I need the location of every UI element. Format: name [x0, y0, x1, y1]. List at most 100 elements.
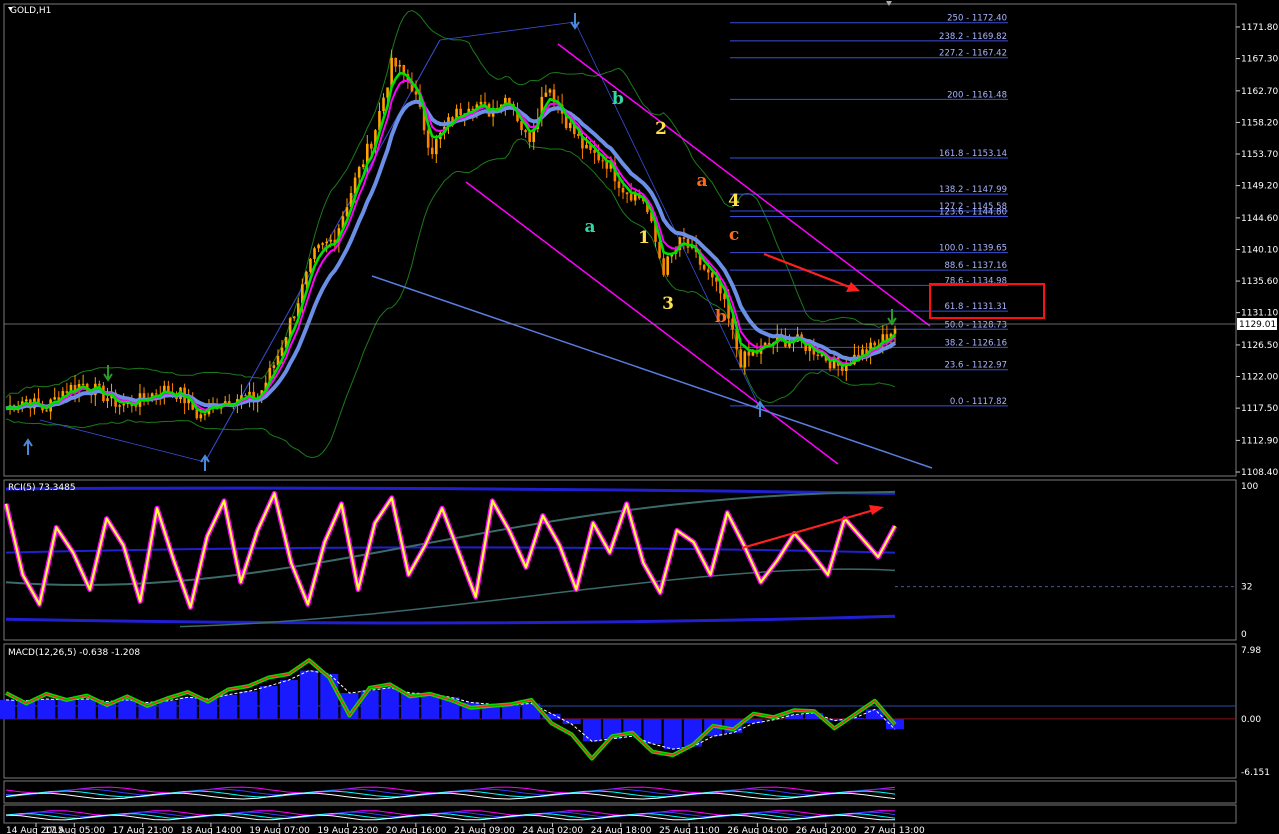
macd-histogram-bar — [380, 687, 399, 719]
rci-band-mid — [5, 546, 896, 554]
candle-body — [479, 101, 483, 105]
macd-axis: 7.98 0.00 -6.151 — [1241, 646, 1270, 778]
price-panel: 250 - 1172.40 238.2 - 1169.82 227.2 - 1167… — [3, 1, 1278, 478]
candle-body — [873, 342, 877, 346]
macd-histogram-bar — [502, 705, 521, 719]
macd-panel: 7.98 0.00 -6.151 MACD(12,26,5) -0.638 -1.2… — [0, 643, 1270, 779]
candle-body — [24, 399, 28, 402]
candle-body — [370, 143, 373, 149]
candle-body — [544, 92, 548, 97]
wave-label: a — [584, 217, 595, 237]
candle-body — [106, 398, 109, 402]
candle-body — [199, 414, 203, 419]
macd-histogram-bar — [37, 699, 56, 719]
candle-body — [325, 241, 328, 244]
macd-histogram-bar — [219, 694, 238, 719]
candle-body — [244, 395, 247, 397]
highlight-box-618 — [929, 283, 1045, 319]
fib-level-label: 88.6 - 1137.16 — [944, 261, 1007, 271]
time-tick-label: 19 Aug 23:00 — [318, 826, 379, 834]
fib-level-label: 38.2 - 1126.16 — [944, 338, 1007, 348]
price-tick-label: 1108.40 — [1241, 468, 1278, 478]
macd-histogram-bar — [279, 680, 298, 719]
candle-body — [203, 414, 207, 416]
time-tick-label: 27 Aug 13:00 — [864, 826, 925, 834]
candle-body — [662, 258, 665, 275]
candle-body — [568, 122, 572, 129]
candle-body — [272, 365, 276, 368]
price-tick-label: 1158.20 — [1241, 118, 1278, 128]
fib-level-label: 0.0 - 1117.82 — [950, 397, 1007, 407]
current-price-label: 1129.01 — [1239, 320, 1276, 330]
chart-symbol-title: GOLD,H1 — [10, 6, 51, 16]
rci-band-bottom — [5, 614, 896, 625]
rci-lines — [3, 486, 1236, 628]
candle-body — [524, 129, 527, 133]
ema-fast-line — [5, 71, 896, 414]
macd-title: MACD(12,26,5) -0.638 -1.208 — [8, 648, 140, 658]
time-tick-label: 20 Aug 16:00 — [386, 826, 447, 834]
macd-histogram-bar — [118, 699, 137, 719]
candle-body — [577, 134, 580, 136]
fib-swing-line-0 — [39, 419, 206, 463]
macd-histogram-bar — [178, 697, 197, 719]
time-tick-label: 21 Aug 09:00 — [454, 826, 515, 834]
wave-label: b — [612, 89, 624, 109]
candle-body — [893, 328, 897, 334]
candle-body — [816, 354, 820, 357]
channel-lower — [465, 181, 839, 465]
candle-body — [706, 269, 710, 273]
rci-axis: 100 32 0 — [1241, 482, 1258, 640]
candle-body — [629, 194, 633, 201]
wave-label: a — [696, 171, 707, 191]
ema-mid-line — [5, 79, 896, 411]
candle-body — [601, 160, 605, 162]
candle-body — [702, 264, 706, 270]
macd-tick-label: 0.00 — [1241, 715, 1261, 725]
time-axis: 14 Aug 201517 Aug 05:00 17 Aug 21:00 18 Au… — [6, 823, 925, 834]
wave-label: 4 — [728, 191, 740, 211]
ema-slow-line — [5, 99, 897, 411]
candle-body — [292, 316, 296, 319]
wave-label: 1 — [638, 228, 650, 248]
time-tick-label: 25 Aug 11:00 — [659, 826, 720, 834]
trendlines — [39, 21, 933, 469]
mini-panel-2 — [3, 804, 1237, 824]
time-tick-label: 17 Aug 21:00 — [113, 826, 174, 834]
candle-body — [321, 243, 324, 245]
fib-level-label: 250 - 1172.40 — [947, 14, 1007, 24]
candle-body — [118, 405, 121, 407]
candle-body — [53, 397, 57, 400]
rci-tick-label: 0 — [1241, 630, 1247, 640]
candle-body — [81, 383, 85, 385]
macd-histogram-bar — [158, 700, 177, 719]
price-candles — [8, 49, 897, 422]
fib-swing-line-2 — [439, 21, 576, 41]
mini-panels — [3, 780, 1237, 824]
mini-indicator-line-2 — [5, 810, 896, 817]
candle-body — [617, 181, 621, 188]
rci-tick-label: 100 — [1241, 482, 1258, 492]
red-arrow-down-icon — [763, 252, 860, 292]
price-tick-label: 1112.90 — [1241, 436, 1278, 446]
macd-tick-label: -6.151 — [1241, 768, 1270, 778]
candle-body — [317, 244, 320, 249]
candle-body — [739, 349, 743, 368]
candle-body — [329, 239, 333, 242]
macd-histogram-bar — [0, 699, 15, 719]
time-tick-label: 26 Aug 20:00 — [796, 826, 857, 834]
bollinger-upper — [5, 9, 896, 399]
moving-averages — [5, 13, 897, 471]
macd-histogram-bar — [562, 718, 581, 725]
candle-body — [45, 410, 48, 412]
wave-label: 2 — [655, 119, 667, 139]
price-tick-label: 1135.60 — [1241, 277, 1278, 287]
candle-body — [747, 351, 751, 356]
price-tick-label: 1149.20 — [1241, 182, 1278, 192]
price-tick-label: 1167.30 — [1241, 55, 1278, 65]
candle-body — [382, 97, 385, 112]
macd-histogram-bar — [643, 718, 662, 744]
candle-body — [357, 166, 361, 178]
candle-body — [195, 409, 199, 419]
price-tick-label: 1117.50 — [1241, 404, 1278, 414]
